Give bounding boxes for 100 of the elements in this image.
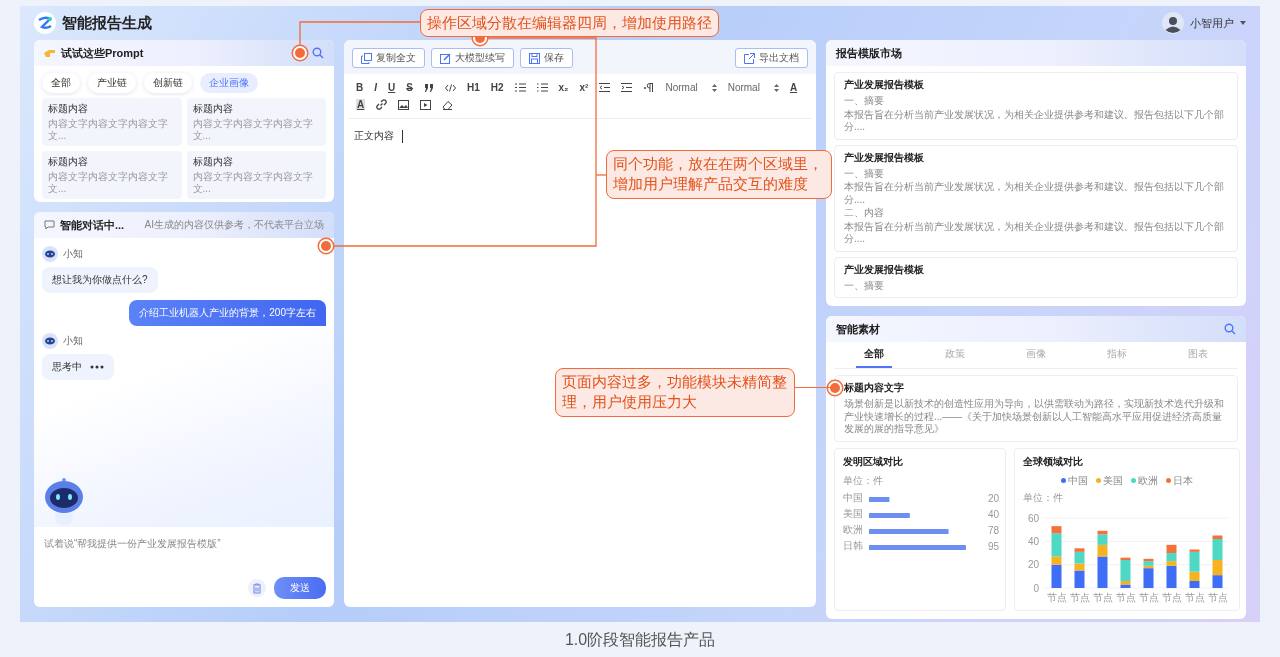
avatar-icon[interactable]	[1162, 12, 1184, 34]
color-button[interactable]: A	[356, 99, 366, 110]
template-card[interactable]: 产业发展报告模板 一、摘要 本报告旨在分析当前产业发展状况，为相关企业提供参考和建议。报告包括以下几个部分....	[834, 72, 1238, 140]
numbered-list-icon[interactable]	[514, 83, 526, 92]
toolbar-button[interactable]: 复制全文	[352, 48, 425, 68]
export-button[interactable]: 导出文档	[735, 48, 808, 68]
prompt-card[interactable]: 标题内容 内容文字内容文字内容文字文...	[42, 98, 182, 146]
axis-label: 美国	[843, 507, 863, 519]
filter-chip[interactable]: 创新链	[144, 73, 192, 93]
section-text: 本报告旨在分析当前产业发展状况，为相关企业提供参考和建议。报告包括以下几个部分....	[844, 181, 1225, 206]
legend-label: 日本	[1173, 473, 1193, 488]
article-text: 场景创新是以新技术的创造性应用为导向，以供需联动为路径，实现新技术迭代升级和产业快速增长的过程...——《关于加快场景创新以人工智能高水平应用促进经济高质量发展的展的指导意见》	[844, 398, 1225, 436]
template-card[interactable]: 产业发展报告模板 一、摘要 本报告旨在分析当前产业发展状况，为相关企业提供参考和建议。报告包括以下几个部分.... 二、内容 本报告旨在分析当前产业发展状况，为相关企业提供参考和建议。报告包括以下几个部分....	[834, 144, 1238, 252]
heading-button[interactable]: H1	[466, 82, 480, 93]
axis-label: 节点	[1069, 591, 1090, 603]
template-title: 产业发展报告模板	[844, 262, 925, 277]
outdent-icon[interactable]	[599, 83, 611, 92]
eraser-icon[interactable]	[442, 99, 454, 110]
editor-text[interactable]: 正文内容	[354, 129, 394, 143]
format-button[interactable]: I	[374, 82, 377, 93]
template-card[interactable]: 产业发展报告模板 一、摘要	[834, 256, 1238, 298]
unit-label: 单位：件	[843, 473, 884, 488]
section-heading: 二、内容	[844, 207, 885, 220]
axis-label: 节点	[1207, 591, 1228, 603]
prompt-title: 标题内容	[48, 155, 89, 169]
format-button[interactable]: B	[356, 82, 364, 93]
link-icon[interactable]	[376, 99, 388, 110]
section-text: 本报告旨在分析当前产业发展状况，为相关企业提供参考和建议。报告包括以下几个部分....	[844, 108, 1225, 134]
indent-icon[interactable]	[621, 83, 633, 92]
annotation-callout: 页面内容过多，功能模块未精简整理，用户使用压力大	[555, 368, 795, 417]
bar	[869, 496, 890, 502]
annotation-callout: 同个功能，放在在两个区域里，增加用户理解产品交互的难度	[606, 150, 832, 199]
user-name[interactable]: 小智用户	[1190, 15, 1234, 31]
search-icon[interactable]	[312, 47, 324, 59]
panel-title: 试试这些Prompt	[61, 45, 144, 61]
format-button[interactable]: S	[406, 82, 413, 93]
axis-label: 欧洲	[843, 523, 863, 535]
caret-icon[interactable]	[1240, 21, 1246, 25]
app-title: 智能报告生成	[62, 13, 152, 33]
filter-chip[interactable]: 企业画像	[200, 73, 258, 93]
trash-icon	[252, 582, 262, 594]
logo-icon	[34, 12, 56, 34]
toolbar-button[interactable]: 保存	[520, 48, 573, 68]
template-title: 产业发展报告模板	[844, 150, 925, 165]
heading-button[interactable]: H2	[490, 82, 504, 93]
prompt-text: 内容文字内容文字内容文字文...	[48, 171, 169, 195]
quote-icon[interactable]	[423, 83, 434, 92]
color-button[interactable]: A	[789, 82, 798, 93]
prompt-text: 内容文字内容文字内容文字文...	[192, 118, 314, 142]
prompt-text: 内容文字内容文字内容文字文...	[48, 118, 169, 142]
paragraph-icon[interactable]	[643, 83, 655, 92]
updown-caret-icon	[773, 83, 779, 92]
annotation-dot	[295, 48, 305, 58]
value-label: 95	[987, 540, 999, 552]
axis-label: 60	[1027, 512, 1039, 523]
filter-chip[interactable]: 全部	[42, 73, 80, 93]
panel-title: 报告模版市场	[836, 45, 902, 61]
filter-chip[interactable]: 产业链	[88, 73, 136, 93]
script-button[interactable]: x²	[579, 82, 589, 93]
chart-title: 发明区域对比	[843, 454, 904, 469]
search-icon[interactable]	[1224, 323, 1236, 335]
image-icon[interactable]	[398, 99, 410, 110]
video-icon[interactable]	[420, 99, 432, 110]
export-icon	[744, 52, 755, 64]
material-tab[interactable]: 全部	[856, 342, 893, 368]
bot-avatar-icon	[42, 246, 58, 262]
template-title: 产业发展报告模板	[844, 78, 925, 92]
section-heading: 一、摘要	[844, 167, 885, 180]
bot-name: 小知	[63, 247, 83, 261]
bullet-list-icon[interactable]	[536, 83, 548, 92]
legend-label: 美国	[1103, 473, 1123, 488]
edit-icon	[440, 52, 451, 64]
bot-avatar-icon	[42, 333, 58, 349]
legend-label: 欧洲	[1138, 473, 1158, 488]
script-button[interactable]: x₂	[558, 82, 569, 93]
unit-label: 单位：件	[1023, 490, 1064, 505]
toolbar-button[interactable]: 大模型续写	[431, 48, 514, 68]
bar	[1212, 574, 1223, 588]
prompt-card[interactable]: 标题内容 内容文字内容文字内容文字文...	[42, 151, 182, 199]
send-button[interactable]: 发送	[274, 577, 326, 599]
prompt-card[interactable]: 标题内容 内容文字内容文字内容文字文...	[186, 98, 326, 146]
prompt-title: 标题内容	[48, 102, 89, 116]
section-heading: 一、摘要	[844, 95, 885, 108]
prompt-card[interactable]: 标题内容 内容文字内容文字内容文字文...	[186, 151, 326, 199]
legend-label: 中国	[1068, 473, 1088, 488]
axis-label: 中国	[843, 491, 863, 503]
updown-caret-icon	[711, 83, 717, 92]
section-text: 本报告旨在分析当前产业发展状况，为相关企业提供参考和建议。报告包括以下几个部分....	[844, 220, 1225, 246]
format-button[interactable]: U	[388, 82, 396, 93]
axis-label: 节点	[1092, 591, 1113, 603]
annotation-callout: 操作区域分散在编辑器四周，增加使用路径	[420, 9, 719, 38]
axis-label: 日韩	[843, 539, 863, 551]
style-select[interactable]: Normal	[665, 82, 717, 93]
axis-label: 20	[1027, 558, 1039, 570]
style-select[interactable]: Normal	[727, 82, 779, 93]
axis-label: 节点	[1115, 591, 1136, 603]
bot-name: 小知	[63, 334, 83, 348]
bar	[1212, 559, 1223, 575]
axis-label: 节点	[1046, 591, 1067, 603]
code-icon[interactable]	[444, 83, 456, 92]
